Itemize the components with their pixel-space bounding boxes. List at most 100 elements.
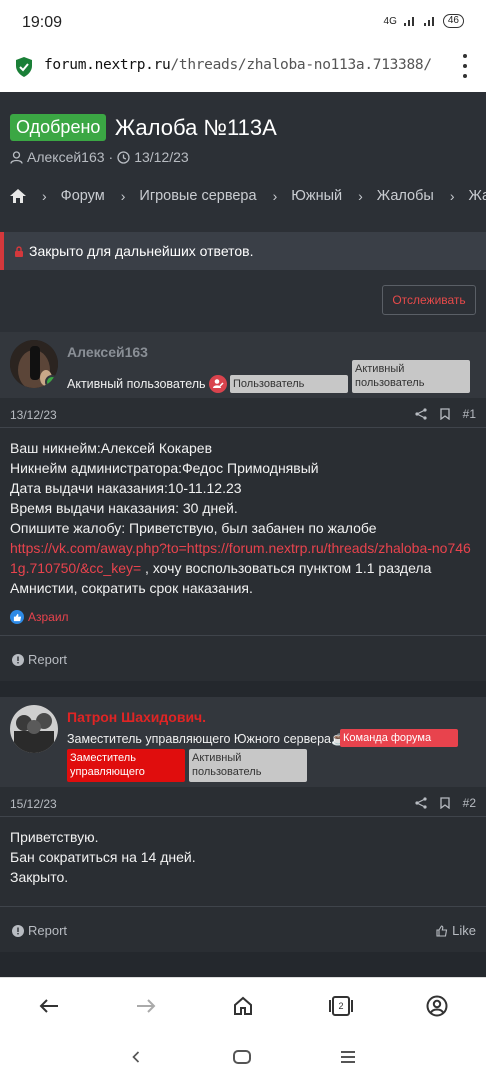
thread-author-link[interactable]: Алексей163 xyxy=(27,149,105,165)
url-text[interactable]: forum.nextrp.ru/threads/zhaloba-no113a.7… xyxy=(44,57,432,73)
thread-date[interactable]: 13/12/23 xyxy=(134,149,189,165)
breadcrumb-forum[interactable]: Форум xyxy=(61,188,105,204)
post-1-meta-bar: 13/12/23 #1 xyxy=(0,398,486,428)
user-title: Активный пользователь xyxy=(67,377,206,391)
thread-prefix-badge[interactable]: Одобрено xyxy=(10,114,107,141)
system-back-button[interactable] xyxy=(126,1047,146,1067)
bookmark-icon[interactable] xyxy=(439,408,451,420)
post-1-footer: Report xyxy=(0,635,486,681)
closed-notice-text: Закрыто для дальнейших ответов. xyxy=(29,243,254,259)
tabs-count: 2 xyxy=(338,1001,344,1011)
user-title: Заместитель управляющего Южного сервера☕ xyxy=(67,732,347,746)
system-home-button[interactable] xyxy=(232,1047,252,1067)
reaction-user-link[interactable]: Азраил xyxy=(28,610,69,624)
home-icon xyxy=(234,996,252,1015)
post-1-user-header: Алексей163 Активный пользователь Пользов… xyxy=(0,332,486,398)
post-line: Закрыто. xyxy=(10,869,69,885)
account-icon xyxy=(426,995,448,1017)
secure-shield-icon[interactable] xyxy=(14,56,34,78)
post-line: Никнейм администратора:Федос Примоднявый xyxy=(10,460,319,476)
lock-icon xyxy=(15,245,23,257)
like-reaction-icon xyxy=(10,610,24,624)
post-2-user-header: Патрон Шахидович. Заместитель управляюще… xyxy=(0,697,486,787)
share-icon[interactable] xyxy=(415,408,427,420)
forward-button[interactable] xyxy=(133,994,159,1018)
breadcrumb-south[interactable]: Южный xyxy=(291,188,342,204)
arrow-left-icon xyxy=(39,999,58,1013)
post-separator xyxy=(0,681,486,697)
system-navigation xyxy=(0,1034,486,1080)
status-icons: 4G 46 xyxy=(384,14,464,28)
post-date[interactable]: 15/12/23 xyxy=(10,797,57,811)
chevron-right-icon: › xyxy=(120,188,126,204)
home-button[interactable] xyxy=(230,994,256,1018)
home-pill-icon xyxy=(233,1050,251,1064)
home-icon[interactable] xyxy=(10,189,26,203)
post-date[interactable]: 13/12/23 xyxy=(10,408,57,422)
post-line: Время выдачи наказания: 30 дней. xyxy=(10,500,238,516)
report-label: Report xyxy=(28,652,68,667)
avatar[interactable] xyxy=(10,705,58,753)
page-title: Жалоба №113А xyxy=(114,114,277,140)
alert-icon xyxy=(12,653,24,666)
clock-icon xyxy=(117,150,130,164)
reactions-bar: Азраил xyxy=(10,610,476,624)
post-line: Ваш никнейм:Алексей Кокарев xyxy=(10,440,213,456)
user-badge: Активный пользователь xyxy=(189,749,307,782)
system-recents-button[interactable] xyxy=(338,1047,358,1067)
post-line: Дата выдачи наказания:10-11.12.23 xyxy=(10,480,242,496)
like-button[interactable]: Like xyxy=(436,923,476,938)
post-actions: #1 xyxy=(415,407,476,421)
post-1-body: Ваш никнейм:Алексей Кокарев Никнейм адми… xyxy=(0,428,486,598)
user-badge: Заместитель управляющего xyxy=(67,749,185,782)
browser-menu-icon[interactable] xyxy=(462,54,468,78)
post-2-body: Приветствую. Бан сократиться на 14 дней.… xyxy=(0,817,486,887)
online-indicator xyxy=(45,375,58,388)
share-icon[interactable] xyxy=(415,797,427,809)
post-number[interactable]: #2 xyxy=(463,796,476,810)
url-path: /threads/zhaloba-no113a.713388/ xyxy=(170,57,432,73)
back-button[interactable] xyxy=(36,994,62,1018)
watch-button[interactable]: Отслеживать xyxy=(382,285,476,315)
browser-toolbar: 2 xyxy=(0,977,486,1034)
arrow-right-icon xyxy=(137,999,156,1013)
report-label: Report xyxy=(28,923,68,938)
post-line: Приветствую. xyxy=(10,829,99,845)
post-username[interactable]: Патрон Шахидович. xyxy=(67,709,206,725)
report-button[interactable]: Report xyxy=(12,923,67,938)
user-badge: Пользователь xyxy=(230,375,348,393)
thread-meta: Алексей163 · 13/12/23 xyxy=(10,149,480,165)
chevron-right-icon: › xyxy=(272,188,278,204)
user-group-icon xyxy=(209,375,227,393)
clock: 19:09 xyxy=(22,14,63,31)
alert-icon xyxy=(12,924,24,937)
page-bottom-separator xyxy=(0,952,486,977)
bookmark-icon[interactable] xyxy=(439,797,451,809)
chevron-right-icon: › xyxy=(449,188,455,204)
post-1: Алексей163 Активный пользователь Пользов… xyxy=(0,332,486,681)
breadcrumb-complaints[interactable]: Жалобы xyxy=(377,188,434,204)
user-badge: Активный пользователь xyxy=(352,360,470,393)
post-username[interactable]: Алексей163 xyxy=(67,344,148,360)
post-actions: #2 xyxy=(415,796,476,810)
post-line: Опишите жалобу: Приветствую, был забанен… xyxy=(10,520,377,536)
breadcrumb-game-servers[interactable]: Игровые сервера xyxy=(139,188,256,204)
meta-separator: · xyxy=(108,149,114,165)
signal-icon-2 xyxy=(423,17,434,26)
tabs-button[interactable]: 2 xyxy=(328,994,354,1018)
post-2-meta-bar: 15/12/23 #2 xyxy=(0,787,486,817)
account-button[interactable] xyxy=(424,994,450,1018)
avatar[interactable] xyxy=(10,340,58,388)
breadcrumb: › Форум › Игровые сервера › Южный › Жало… xyxy=(10,188,486,204)
address-bar[interactable]: forum.nextrp.ru/threads/zhaloba-no113a.7… xyxy=(0,44,486,92)
battery-icon: 46 xyxy=(442,14,464,28)
report-button[interactable]: Report xyxy=(12,652,67,667)
breadcrumb-truncated[interactable]: Жал xyxy=(469,188,486,204)
like-label: Like xyxy=(452,923,476,938)
chevron-right-icon: › xyxy=(42,188,47,204)
post-number[interactable]: #1 xyxy=(463,407,476,421)
thumbs-up-icon xyxy=(436,924,448,937)
network-label: 4G xyxy=(383,15,397,27)
url-host: forum.nextrp.ru xyxy=(44,57,171,73)
post-line: Бан сократиться на 14 дней. xyxy=(10,849,196,865)
